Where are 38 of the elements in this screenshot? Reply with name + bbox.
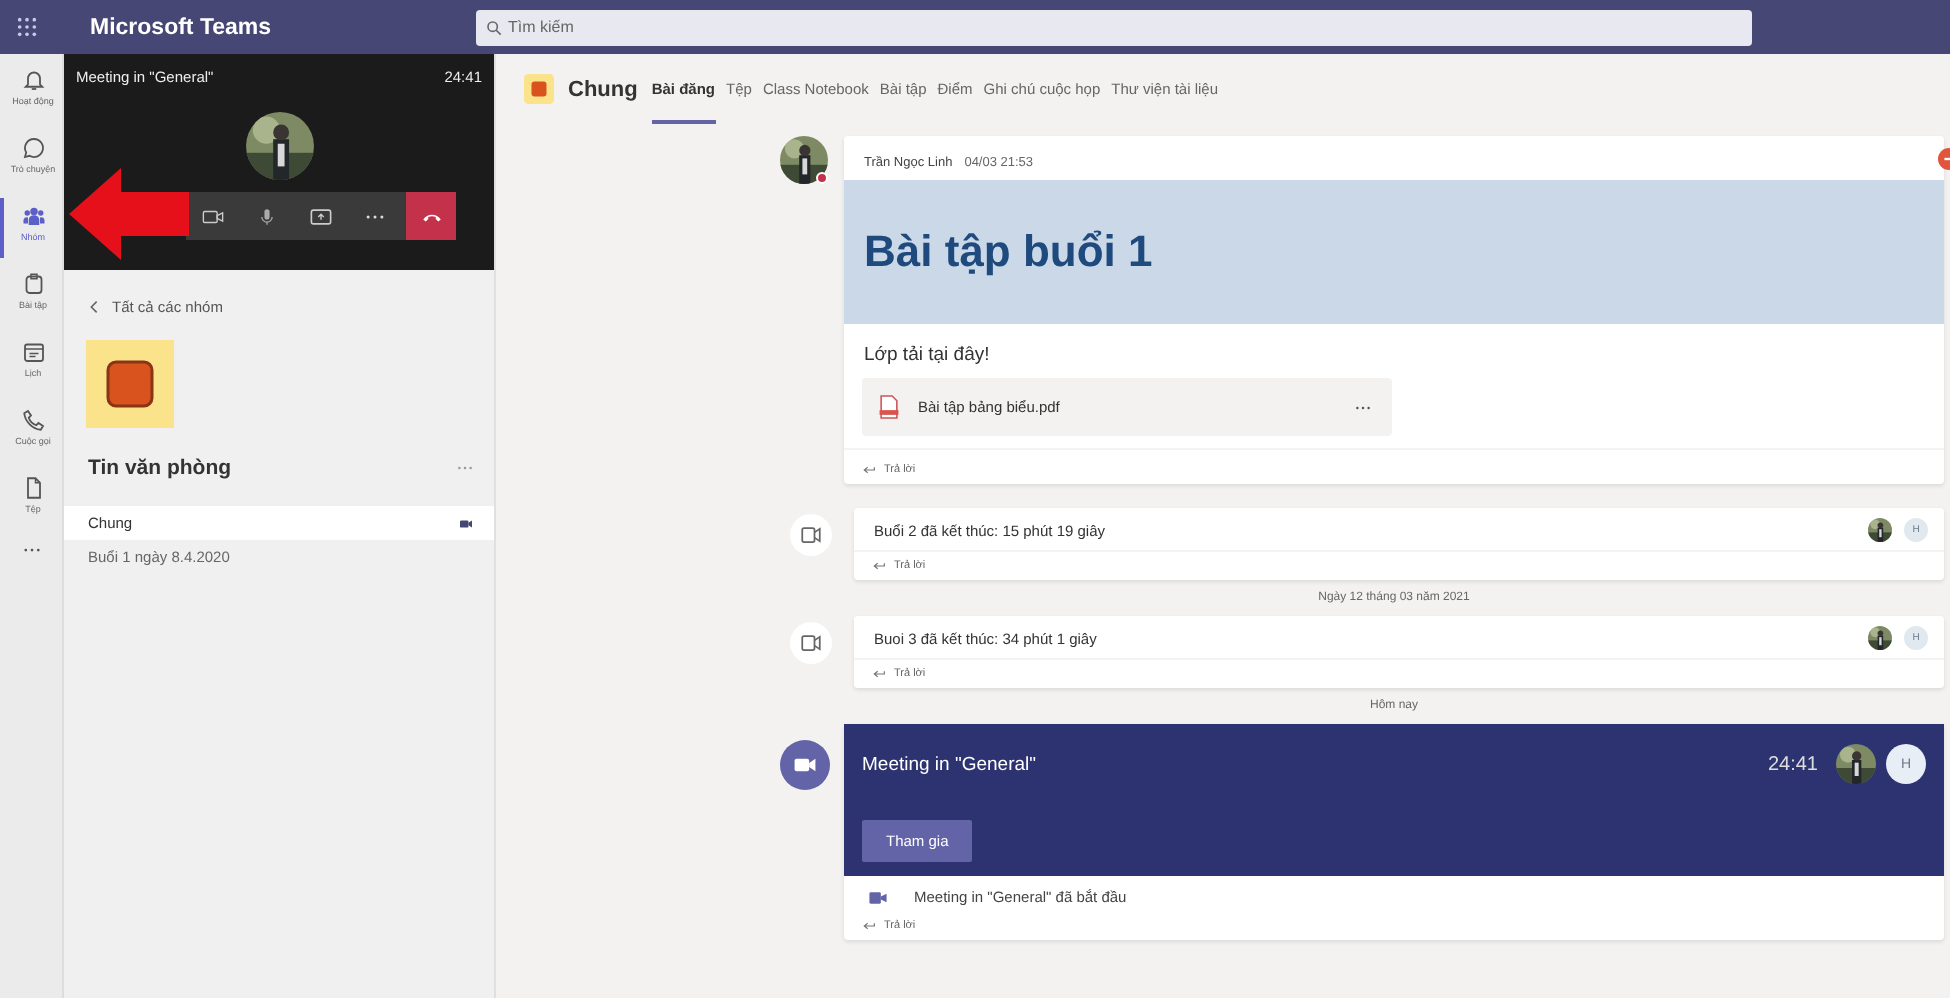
meeting-timer: 24:41	[1767, 753, 1818, 775]
reply-arrow-icon	[872, 562, 886, 570]
bell-icon	[21, 68, 45, 92]
team-logo-icon	[524, 74, 554, 104]
more-icon[interactable]	[21, 546, 41, 554]
meeting-icon	[790, 622, 832, 664]
phone-icon	[21, 408, 45, 432]
pdf-file-icon	[878, 394, 900, 420]
microphone-icon[interactable]	[256, 207, 278, 225]
reply-arrow-icon	[872, 670, 886, 678]
message-text: Lớp tải tại đây!	[862, 342, 992, 370]
share-screen-icon[interactable]	[310, 207, 332, 225]
people-icon	[21, 204, 45, 228]
phone-icon	[421, 211, 441, 221]
search-icon	[486, 19, 502, 35]
team-name: Tin văn phòng	[88, 456, 232, 480]
chevron-left-icon	[90, 300, 98, 314]
team-logo-icon	[86, 340, 174, 428]
meeting-icon	[458, 517, 474, 529]
reply-arrow-icon	[862, 466, 876, 474]
video-camera-icon	[868, 889, 888, 905]
status-dot	[816, 172, 828, 184]
app-grid-icon[interactable]	[16, 16, 38, 38]
clipboard-icon	[21, 272, 45, 296]
pointer-arrow	[68, 168, 190, 260]
meeting-icon	[790, 514, 832, 556]
message-heading: Bài tập buổi 1	[844, 180, 1944, 324]
video-camera-icon	[780, 740, 830, 790]
reply-arrow-icon	[862, 922, 876, 930]
app-title: Microsoft Teams	[90, 15, 274, 39]
meeting-title: Meeting in "General"	[862, 753, 1039, 775]
search-field[interactable]: Tìm kiếm	[476, 9, 1752, 45]
channel-name: Chung	[568, 77, 638, 101]
camera-icon[interactable]	[202, 207, 224, 225]
document-icon	[21, 476, 45, 500]
chat-icon	[21, 136, 45, 160]
calendar-icon	[21, 340, 45, 364]
more-icon[interactable]	[1354, 403, 1372, 411]
